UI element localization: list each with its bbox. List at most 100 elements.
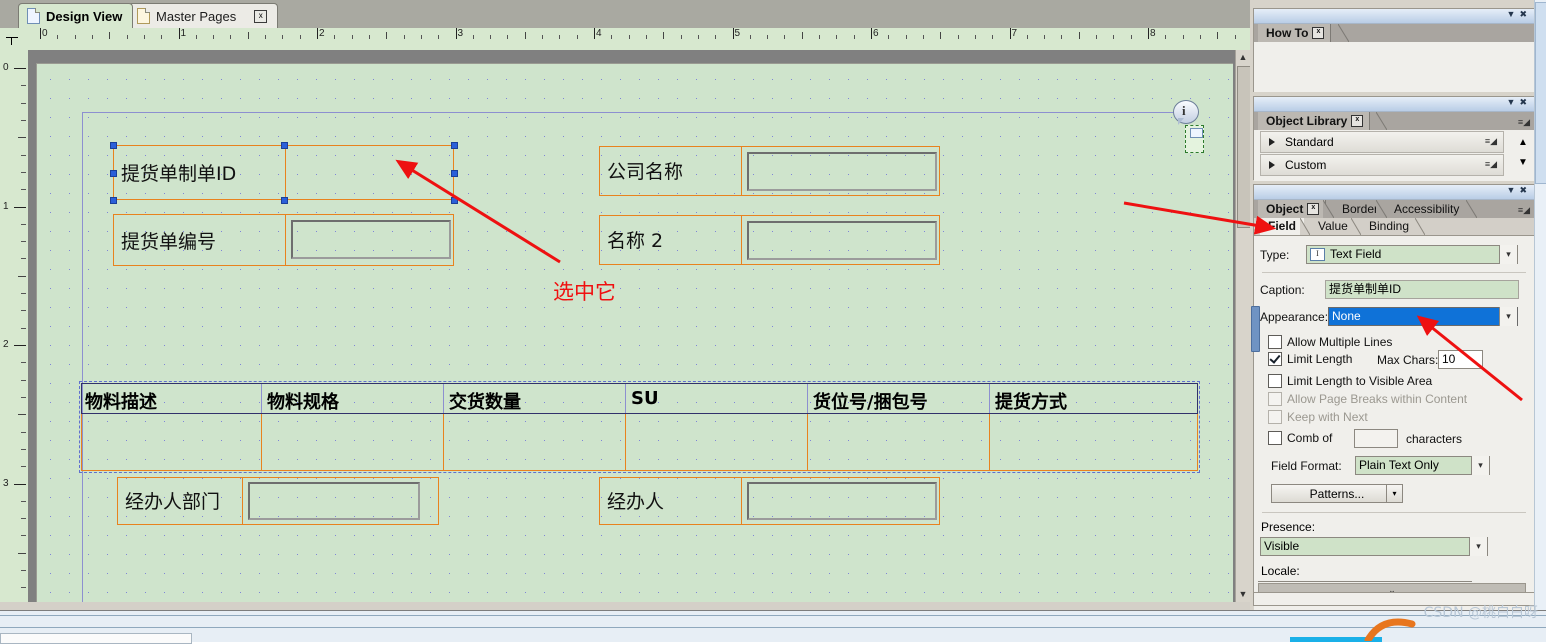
table-col-divider: [1197, 414, 1198, 470]
appearance-select[interactable]: None ▾: [1328, 307, 1518, 326]
caption-input[interactable]: 提货单制单ID: [1325, 280, 1519, 299]
text-input-box[interactable]: [747, 482, 937, 520]
checkbox-icon[interactable]: [1268, 352, 1282, 366]
subtab-binding[interactable]: Binding: [1361, 218, 1417, 235]
text-field-icon: I: [1310, 248, 1325, 261]
subtab-field[interactable]: Field: [1260, 218, 1305, 235]
ruler-minor-tick: [126, 35, 128, 39]
selection-handle[interactable]: [451, 142, 458, 149]
chevron-down-icon[interactable]: ▼: [1236, 587, 1250, 601]
ruler-minor-tick: [21, 466, 26, 468]
ruler-minor-tick: [21, 102, 26, 104]
ruler-minor-tick: [853, 35, 855, 39]
comment-balloon[interactable]: i: [1173, 100, 1201, 125]
group-menu-icon[interactable]: ≡◢: [1485, 136, 1497, 147]
comb-count-input[interactable]: [1354, 429, 1398, 448]
chevron-down-icon[interactable]: ▼: [1516, 153, 1530, 173]
max-chars-input[interactable]: 10: [1438, 350, 1483, 369]
selection-handle[interactable]: [451, 170, 458, 177]
panel-resize-handle[interactable]: [1251, 306, 1260, 352]
selection-handle[interactable]: [110, 142, 117, 149]
watermark: CSDN @桃白白呀: [1423, 605, 1538, 621]
close-icon[interactable]: x: [1312, 27, 1325, 39]
patterns-row: Patterns... ▾: [1271, 484, 1534, 503]
text-input-box[interactable]: [248, 482, 420, 520]
tab-object[interactable]: Object x: [1258, 200, 1327, 218]
text-input-box[interactable]: [747, 221, 937, 260]
type-select[interactable]: I Text Field ▾: [1306, 245, 1518, 264]
ruler-minor-tick: [1113, 35, 1115, 39]
tab-accessibility-label: Accessibility: [1394, 202, 1460, 216]
canvas-vertical-scrollbar[interactable]: ▲ ▼: [1235, 50, 1252, 602]
text-input-box[interactable]: [291, 220, 451, 259]
ruler-minor-tick: [1217, 32, 1219, 39]
taskbar-highlight[interactable]: [1290, 637, 1382, 642]
selection-handle[interactable]: [110, 170, 117, 177]
patterns-button[interactable]: Patterns... ▾: [1271, 484, 1403, 503]
panel-menu-icon[interactable]: ≡◢: [1518, 205, 1530, 216]
checkbox-limit-length[interactable]: Limit Length: [1268, 352, 1352, 366]
panel-title-bar[interactable]: ▼✖: [1254, 97, 1534, 112]
selection-handle[interactable]: [110, 197, 117, 204]
selection-handle[interactable]: [451, 197, 458, 204]
chevron-down-icon[interactable]: ▾: [1469, 537, 1487, 556]
tab-accessibility[interactable]: Accessibility: [1386, 200, 1465, 218]
subtab-value[interactable]: Value: [1310, 218, 1356, 235]
checkbox-icon[interactable]: [1268, 374, 1282, 388]
canvas-viewport[interactable]: 提货单制单ID 提货单编号 公司名称 名称 2 选中它 物料描述 物料规格 交货…: [28, 50, 1235, 602]
checkbox-limit-length-visible-area[interactable]: Limit Length to Visible Area: [1268, 374, 1534, 388]
view-tab-strip: Design View Master Pages x: [0, 0, 1250, 28]
field-caption: 名称 2: [607, 230, 664, 252]
selection-handle[interactable]: [281, 142, 288, 149]
ruler-corner[interactable]: [0, 28, 29, 51]
tab-object-library[interactable]: Object Library x: [1258, 112, 1371, 130]
checkbox-comb-of[interactable]: Comb of: [1268, 431, 1332, 445]
field-format-label: Field Format:: [1271, 458, 1342, 473]
tab-master-pages[interactable]: Master Pages x: [128, 3, 279, 28]
chevron-up-icon[interactable]: ▲: [1516, 133, 1530, 153]
chevron-down-icon[interactable]: ▾: [1386, 484, 1402, 503]
ruler-minor-tick: [1199, 35, 1201, 39]
os-bottom-bar: [0, 610, 1546, 644]
field-format-select[interactable]: Plain Text Only ▾: [1355, 456, 1490, 475]
form-design-canvas[interactable]: 提货单制单ID 提货单编号 公司名称 名称 2 选中它 物料描述 物料规格 交货…: [36, 63, 1233, 602]
ruler-minor-tick: [715, 35, 717, 39]
ruler-major-tick: [1148, 28, 1149, 39]
panel-title-bar[interactable]: ▼✖: [1254, 185, 1534, 200]
group-custom[interactable]: Custom ≡◢: [1260, 154, 1504, 176]
panel-menu-icon[interactable]: ≡◢: [1518, 117, 1530, 128]
ruler-label: 0: [42, 28, 48, 39]
chevron-down-icon[interactable]: ▾: [1471, 456, 1489, 475]
tab-how-to[interactable]: How To x: [1258, 24, 1332, 42]
ruler-minor-tick: [21, 587, 26, 589]
presence-select[interactable]: Visible ▾: [1260, 537, 1488, 556]
ruler-minor-tick: [490, 35, 492, 39]
selection-handle[interactable]: [281, 197, 288, 204]
panel-controls[interactable]: ▼✖: [1507, 185, 1531, 196]
ruler-minor-tick: [1078, 32, 1080, 39]
table-header-cell: 物料规格: [267, 392, 339, 413]
design-editor: Design View Master Pages x 0 1 2 3 4 5 6 7 8 0 1 2…: [0, 0, 1252, 617]
panel-controls[interactable]: ▼✖: [1507, 9, 1531, 20]
library-scroll-arrows[interactable]: ▲ ▼: [1516, 133, 1530, 177]
scrollbar-thumb[interactable]: [1535, 2, 1546, 184]
checkbox-allow-multiple-lines[interactable]: Allow Multiple Lines: [1268, 335, 1534, 349]
close-icon[interactable]: x: [1307, 203, 1320, 215]
chevron-down-icon[interactable]: ▾: [1499, 245, 1517, 264]
tab-design-view[interactable]: Design View: [18, 3, 134, 28]
close-icon[interactable]: x: [254, 9, 268, 23]
checkbox-icon[interactable]: [1268, 335, 1282, 349]
group-standard[interactable]: Standard ≡◢: [1260, 131, 1504, 153]
panel-controls[interactable]: ▼✖: [1507, 97, 1531, 108]
info-icon: [1173, 100, 1199, 124]
chevron-up-icon[interactable]: ▲: [1236, 50, 1250, 64]
chevron-down-icon[interactable]: ▾: [1499, 307, 1517, 326]
close-icon[interactable]: x: [1351, 115, 1364, 127]
checkbox-icon[interactable]: [1268, 431, 1282, 445]
taskbar-item[interactable]: [0, 633, 192, 644]
appearance-value: None: [1332, 309, 1361, 323]
table-header-cell: 货位号/捆包号: [813, 392, 928, 413]
text-input-box[interactable]: [747, 152, 937, 191]
group-menu-icon[interactable]: ≡◢: [1485, 159, 1497, 170]
panel-title-bar[interactable]: ▼✖: [1254, 9, 1534, 24]
